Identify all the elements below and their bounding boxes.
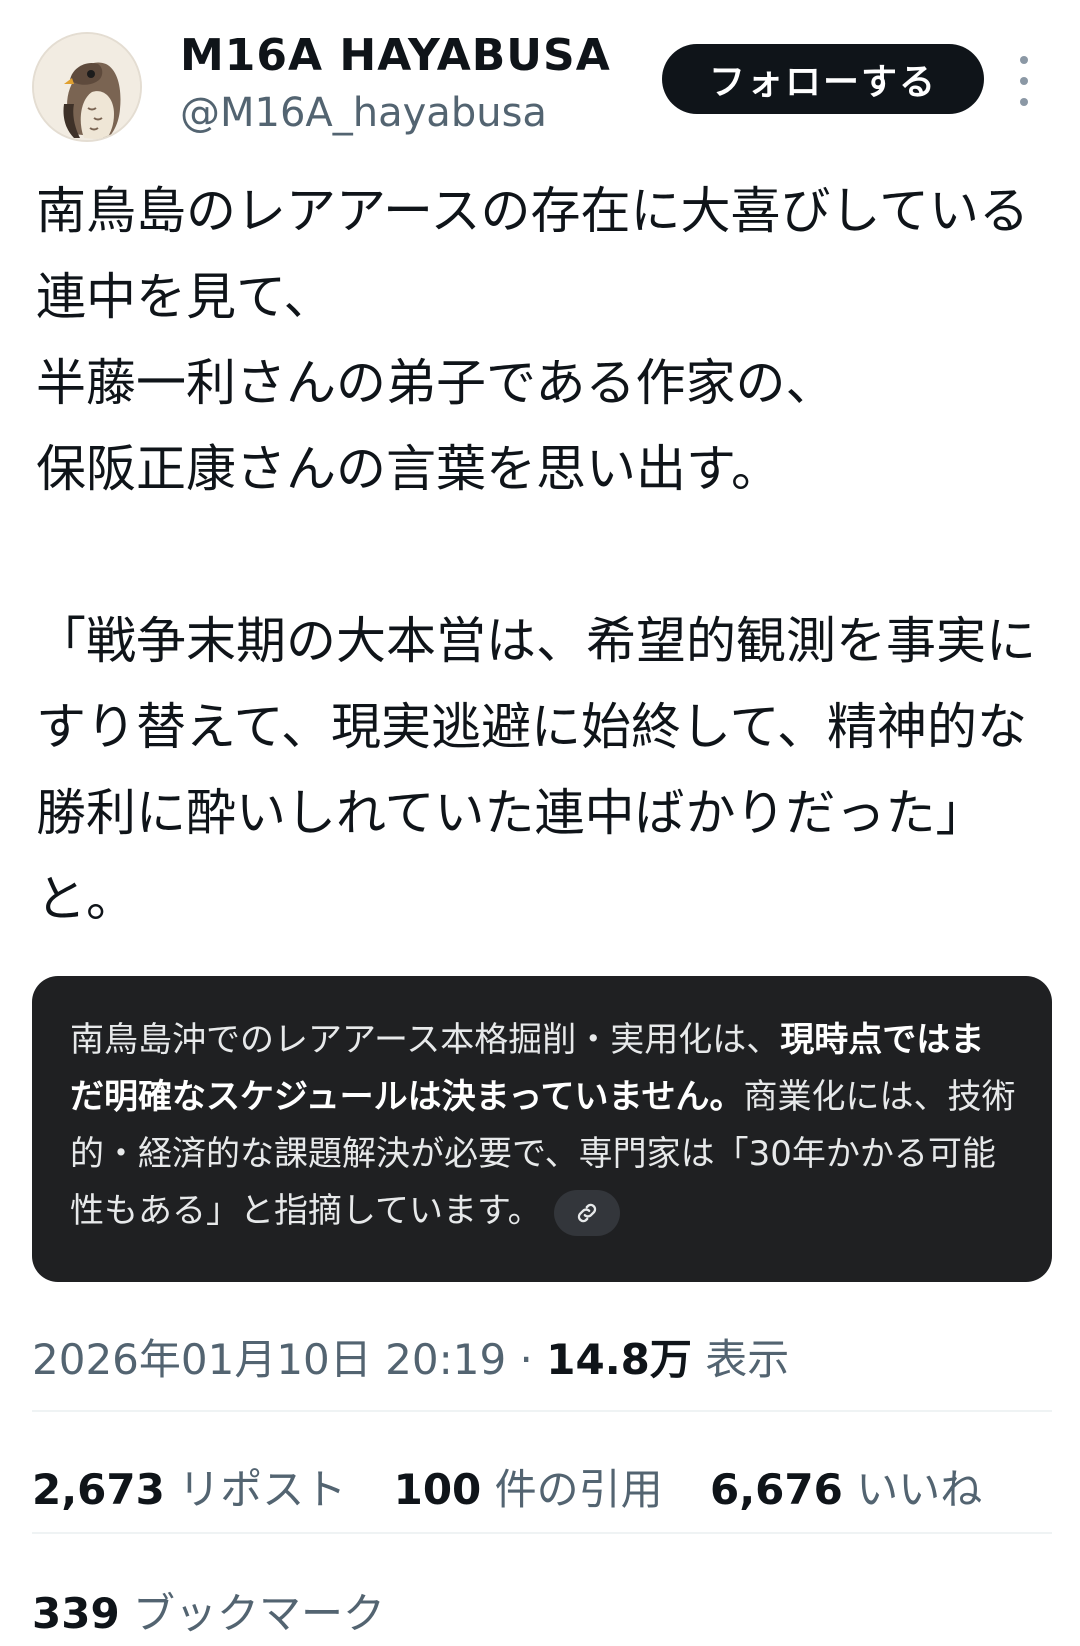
- reposts-stat[interactable]: 2,673 リポスト: [32, 1465, 346, 1514]
- divider: [32, 1410, 1052, 1412]
- quotes-stat[interactable]: 100 件の引用: [394, 1465, 663, 1514]
- likes-stat[interactable]: 6,676 いいね: [710, 1465, 982, 1514]
- quotes-count: 100: [393, 1465, 482, 1514]
- note-text-intro: 南鳥島沖でのレアアース本格掘削・実用化は、: [70, 1020, 781, 1060]
- meta-separator: ·: [519, 1335, 533, 1384]
- author-handle[interactable]: @M16A_hayabusa: [180, 90, 547, 136]
- falcon-avatar-icon: [34, 34, 140, 140]
- divider: [32, 1532, 1052, 1534]
- link-icon[interactable]: [553, 1189, 620, 1236]
- reposts-count: 2,673: [32, 1465, 165, 1514]
- bookmarks-count: 339: [32, 1589, 120, 1638]
- tweet-timestamp[interactable]: 2026年01月10日 20:19: [32, 1335, 506, 1384]
- bookmarks-label: ブックマーク: [133, 1589, 386, 1638]
- reposts-label: リポスト: [178, 1465, 347, 1514]
- follow-button[interactable]: フォローする: [662, 44, 984, 114]
- author-avatar[interactable]: [32, 32, 142, 142]
- more-options-icon[interactable]: [1016, 56, 1032, 106]
- tweet-meta: 2026年01月10日 20:19 · 14.8万 表示: [32, 1326, 789, 1387]
- likes-count: 6,676: [710, 1465, 843, 1514]
- likes-label: いいね: [856, 1465, 983, 1514]
- views-count: 14.8万: [546, 1335, 692, 1384]
- tweet-text: 南鳥島のレアアースの存在に大喜びしている連中を見て、 半藤一利さんの弟子である作…: [36, 182, 1036, 928]
- bookmarks-stat[interactable]: 339 ブックマーク: [32, 1580, 385, 1641]
- quotes-label: 件の引用: [494, 1465, 663, 1514]
- engagement-stats: 2,673 リポスト 100 件の引用 6,676 いいね: [32, 1456, 1016, 1517]
- author-display-name[interactable]: M16A HAYABUSA: [180, 30, 611, 81]
- context-note: 南鳥島沖でのレアアース本格掘削・実用化は、現時点ではまだ明確なスケジュールは決ま…: [32, 976, 1052, 1282]
- views-label: 表示: [705, 1335, 790, 1384]
